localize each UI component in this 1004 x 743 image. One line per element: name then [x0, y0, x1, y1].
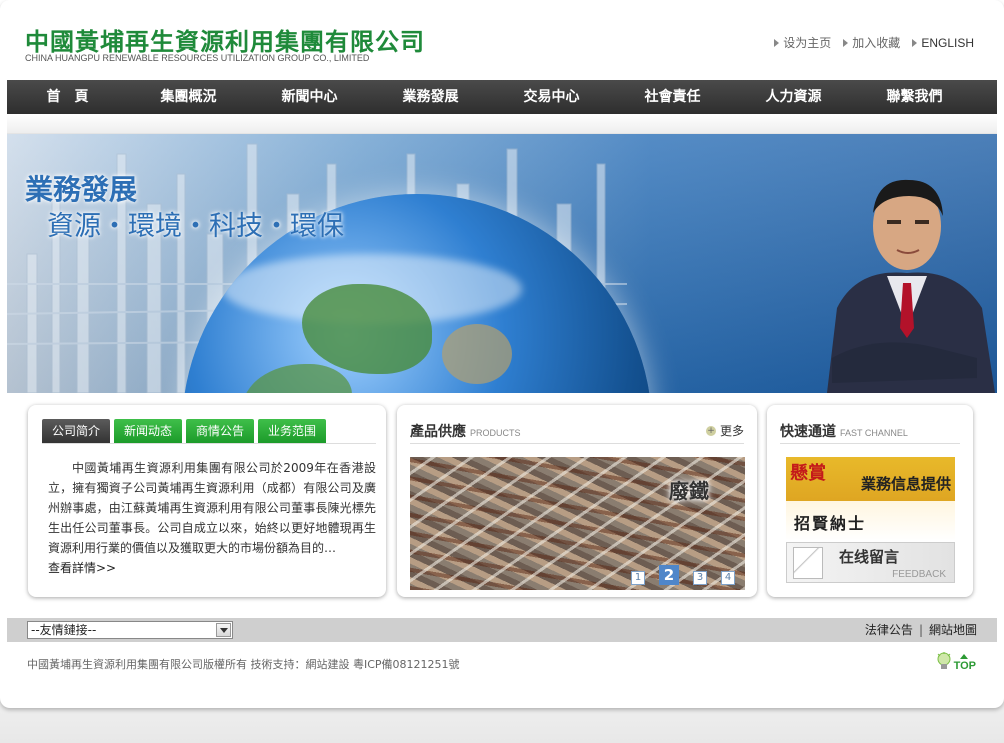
tab-news[interactable]: 新闻动态 — [114, 419, 183, 443]
main-nav: 首 頁 集團概況 新聞中心 業務發展 交易中心 社會責任 人力資源 聯繫我們 — [7, 80, 997, 114]
company-intro-text: 中國黃埔再生資源利用集團有限公司於2009年在香港設立，擁有獨資子公司黃埔再生資… — [48, 461, 376, 555]
company-intro-panel: 公司简介 新闻动态 商情公告 业务范围 中國黃埔再生資源利用集團有限公司於200… — [28, 405, 386, 597]
copyright-text: 中國黃埔再生資源利用集團有限公司版權所有 技術支持：網站建設 粵ICP備0812… — [27, 658, 460, 671]
arrow-right-icon — [843, 38, 849, 47]
friend-links-select-value: --友情鏈接-- — [31, 623, 97, 637]
nav-item-hr[interactable]: 人力資源 — [733, 80, 854, 114]
friend-links-select[interactable]: --友情鏈接-- — [27, 621, 233, 639]
page-button-1[interactable]: 1 — [631, 571, 645, 585]
set-homepage-link[interactable]: 设为主页 — [774, 34, 831, 51]
sitemap-link[interactable]: 網站地圖 — [929, 618, 977, 642]
fast-channel-title: 快速通道 FAST CHANNEL — [780, 421, 908, 441]
logo-title[interactable]: 中國黃埔再生資源利用集團有限公司 — [25, 22, 425, 57]
lightbulb-icon — [937, 652, 951, 669]
nav-item-business[interactable]: 業務發展 — [370, 80, 491, 114]
legal-links: 法律公告 | 網站地圖 — [865, 618, 977, 642]
top-label: TOP — [953, 660, 976, 672]
nav-item-social-responsibility[interactable]: 社會責任 — [612, 80, 733, 114]
banner-title: 業務發展 — [25, 173, 138, 206]
arrow-right-icon — [912, 38, 918, 47]
intro-tabs: 公司简介 新闻动态 商情公告 业务范围 — [42, 419, 376, 444]
arrow-up-icon — [960, 654, 968, 659]
nav-item-trading[interactable]: 交易中心 — [491, 80, 612, 114]
products-title-cn: 產品供應 — [410, 424, 466, 440]
english-label: ENGLISH — [921, 35, 974, 50]
fast-channel-title-en: FAST CHANNEL — [840, 428, 908, 438]
back-to-top-button[interactable]: TOP — [936, 652, 976, 672]
products-panel: 產品供應 PRODUCTS + 更多 廢鐵 1 2 3 4 — [397, 405, 757, 597]
sub-nav-bar — [7, 114, 997, 134]
top-links: 设为主页 加入收藏 ENGLISH — [774, 34, 974, 51]
view-details-link[interactable]: 查看詳情>> — [48, 559, 116, 576]
page-button-2[interactable]: 2 — [659, 565, 679, 585]
link-bar: --友情鏈接-- 法律公告 | 網站地圖 — [7, 618, 997, 642]
recruit-label: 招賢納士 — [794, 514, 867, 533]
tab-company-profile[interactable]: 公司简介 — [42, 419, 111, 443]
logo-subtitle: CHINA HUANGPU RENEWABLE RESOURCES UTILIZ… — [25, 53, 370, 63]
feedback-label-cn: 在线留言 — [839, 548, 900, 566]
hero-banner: 業務發展 資源・環境・科技・環保 — [7, 134, 997, 393]
fast-channel-divider — [780, 443, 960, 444]
arrow-right-icon — [774, 38, 780, 47]
products-title-en: PRODUCTS — [470, 428, 521, 438]
banner-slogan: 資源・環境・科技・環保 — [47, 211, 344, 242]
product-pager: 1 2 3 4 — [631, 565, 735, 585]
nav-item-group-overview[interactable]: 集團概況 — [128, 80, 249, 114]
page-button-4[interactable]: 4 — [721, 571, 735, 585]
products-more-label: 更多 — [719, 424, 744, 438]
business-info-recruit-banner[interactable]: 懸賞 業務信息提供 招賢納士 — [786, 457, 955, 541]
product-image-scrap-iron[interactable]: 廢鐵 1 2 3 4 — [410, 457, 745, 590]
tab-business-scope[interactable]: 业务范围 — [258, 419, 327, 443]
legal-notice-link[interactable]: 法律公告 — [865, 618, 913, 642]
link-separator: | — [918, 623, 923, 637]
tab-business-announcements[interactable]: 商情公告 — [186, 419, 255, 443]
reward-label: 懸賞 — [790, 463, 826, 484]
set-homepage-label: 设为主页 — [783, 36, 832, 50]
nav-item-news[interactable]: 新聞中心 — [249, 80, 370, 114]
add-favorite-label: 加入收藏 — [852, 36, 901, 50]
fast-channel-panel: 快速通道 FAST CHANNEL 懸賞 業務信息提供 招賢納士 在线留言 FE… — [767, 405, 973, 597]
page-button-3[interactable]: 3 — [693, 571, 707, 585]
english-link[interactable]: ENGLISH — [912, 34, 974, 51]
feedback-label-en: FEEDBACK — [892, 569, 946, 580]
plus-icon: + — [705, 425, 716, 436]
products-divider — [410, 443, 744, 444]
feedback-banner[interactable]: 在线留言 FEEDBACK — [786, 542, 955, 583]
chevron-down-icon[interactable] — [216, 623, 231, 637]
products-title: 產品供應 PRODUCTS — [410, 421, 521, 441]
nav-item-contact[interactable]: 聯繫我們 — [854, 80, 975, 114]
products-more-link[interactable]: + 更多 — [705, 422, 744, 439]
page-background: 中國黃埔再生資源利用集團有限公司 CHINA HUANGPU RENEWABLE… — [0, 0, 1004, 743]
page-card: 中國黃埔再生資源利用集團有限公司 CHINA HUANGPU RENEWABLE… — [0, 0, 1004, 708]
header: 中國黃埔再生資源利用集團有限公司 CHINA HUANGPU RENEWABLE… — [0, 0, 1004, 80]
product-image-label: 廢鐵 — [669, 479, 709, 503]
business-info-label: 業務信息提供 — [860, 475, 951, 493]
fast-channel-title-cn: 快速通道 — [780, 424, 836, 440]
note-pen-icon — [793, 547, 823, 579]
add-favorite-link[interactable]: 加入收藏 — [843, 34, 900, 51]
chairman-photo — [827, 179, 995, 393]
nav-item-home[interactable]: 首 頁 — [7, 80, 128, 114]
